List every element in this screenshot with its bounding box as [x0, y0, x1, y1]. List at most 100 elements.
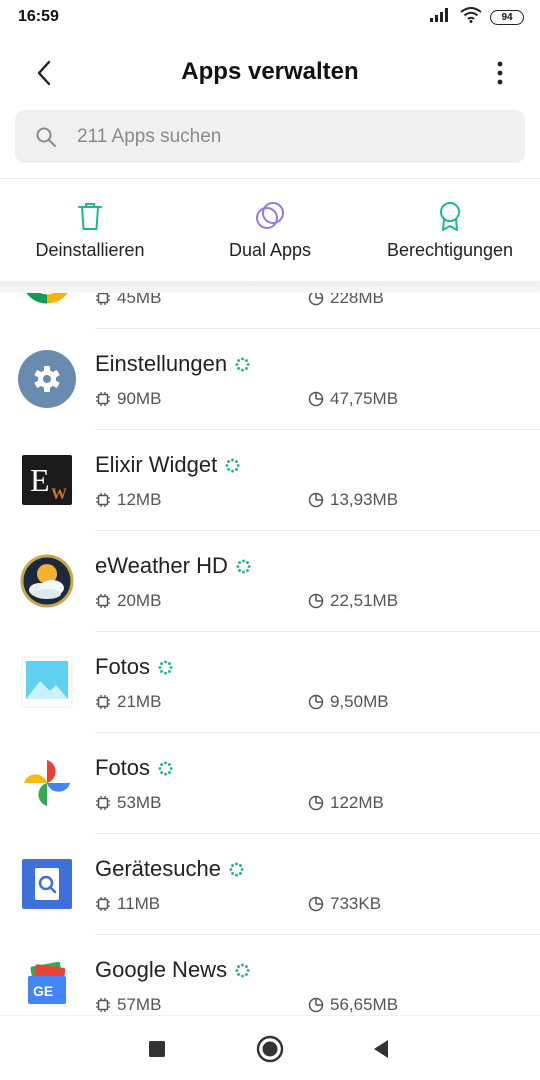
device-finder-icon	[18, 855, 76, 913]
list-item[interactable]: Gerätesuche 11MB 733KB	[0, 834, 540, 935]
total-size: 56,65MB	[308, 995, 398, 1015]
app-size-value: 57MB	[117, 995, 162, 1014]
dual-apps-label: Dual Apps	[228, 240, 312, 260]
home-circle-icon	[256, 1035, 284, 1063]
permissions-label: Berechtigungen	[386, 240, 514, 260]
uninstall-label: Deinstallieren	[35, 240, 145, 260]
app-size: 90MB	[95, 389, 161, 409]
list-item[interactable]: GE Google News 57MB 56,65MB	[0, 935, 540, 1015]
section-shadow	[0, 281, 540, 293]
app-size: 45MB	[95, 293, 161, 308]
app-list[interactable]: 45MB 228MB Einstellungen 90MB 47,75MB E …	[0, 293, 540, 1015]
battery-indicator: 94	[490, 9, 524, 25]
total-size: 122MB	[308, 793, 384, 813]
dual-apps-button[interactable]: Dual Apps	[180, 180, 360, 280]
elixir-widget-icon: E W	[18, 451, 76, 509]
permissions-button[interactable]: Berechtigungen	[360, 180, 540, 280]
app-size-value: 12MB	[117, 490, 162, 509]
chip-icon	[96, 796, 110, 810]
search-bar[interactable]	[15, 110, 525, 163]
pie-icon	[308, 293, 324, 306]
pie-icon	[308, 492, 324, 508]
list-item[interactable]: Einstellungen 90MB 47,75MB	[0, 329, 540, 430]
total-size-value: 9,50MB	[330, 692, 389, 711]
loading-spinner-icon	[236, 558, 251, 574]
app-name: Gerätesuche	[95, 856, 244, 882]
uninstall-button[interactable]: Deinstallieren	[0, 180, 180, 280]
gallery-icon	[18, 653, 76, 711]
list-item[interactable]: 45MB 228MB	[0, 293, 540, 329]
total-size-value: 47,75MB	[330, 389, 399, 408]
total-size: 9,50MB	[308, 692, 389, 712]
ribbon-badge-icon	[440, 202, 460, 231]
page-title: Apps verwalten	[181, 58, 359, 85]
total-size-value: 22,51MB	[330, 591, 399, 610]
svg-text:E: E	[30, 462, 50, 498]
app-size-value: 90MB	[117, 389, 162, 408]
loading-spinner-icon	[229, 861, 244, 877]
home-button[interactable]	[255, 1034, 285, 1064]
chip-icon	[96, 493, 110, 507]
app-size: 21MB	[95, 692, 161, 712]
total-size-value: 56,65MB	[330, 995, 399, 1014]
loading-spinner-icon	[235, 962, 250, 978]
pie-icon	[308, 694, 324, 710]
pie-icon	[308, 593, 324, 609]
total-size: 22,51MB	[308, 591, 398, 611]
total-size: 228MB	[308, 293, 384, 308]
nav-back-button[interactable]	[366, 1034, 396, 1064]
total-size: 733KB	[308, 894, 381, 914]
app-size-value: 21MB	[117, 692, 162, 711]
total-size-value: 122MB	[330, 793, 384, 812]
recents-button[interactable]	[142, 1034, 172, 1064]
app-name: Einstellungen	[95, 351, 250, 377]
total-size: 13,93MB	[308, 490, 398, 510]
app-size: 20MB	[95, 591, 161, 611]
app-size: 53MB	[95, 793, 161, 813]
app-name-label: Google News	[95, 957, 228, 982]
more-options-button[interactable]	[490, 56, 510, 90]
app-name-label: Einstellungen	[95, 351, 228, 376]
app-size-value: 20MB	[117, 591, 162, 610]
list-item[interactable]: E W Elixir Widget 12MB 13,93MB	[0, 430, 540, 531]
status-time: 16:59	[18, 8, 59, 25]
app-size: 57MB	[95, 995, 161, 1015]
app-name: Fotos	[95, 755, 173, 781]
status-bar: 16:59 94	[0, 0, 540, 36]
app-size: 12MB	[95, 490, 161, 510]
list-item[interactable]: Fotos 21MB 9,50MB	[0, 632, 540, 733]
app-name-label: Fotos	[95, 654, 151, 679]
more-vert-icon	[497, 61, 503, 85]
dual-circles-icon	[256, 202, 284, 229]
total-size-value: 13,93MB	[330, 490, 399, 509]
search-input[interactable]	[77, 110, 507, 163]
divider	[0, 178, 540, 179]
svg-text:GE: GE	[33, 983, 53, 999]
chip-icon	[96, 998, 110, 1012]
action-bar: Deinstallieren Dual Apps Berechtigungen	[0, 180, 540, 280]
pie-icon	[308, 391, 324, 407]
list-item[interactable]: eWeather HD 20MB 22,51MB	[0, 531, 540, 632]
settings-gear-icon	[18, 350, 76, 408]
app-size: 11MB	[95, 894, 160, 914]
app-name-label: Elixir Widget	[95, 452, 218, 477]
app-name-label: Gerätesuche	[95, 856, 221, 881]
app-name: Fotos	[95, 654, 173, 680]
chip-icon	[96, 293, 110, 305]
chip-icon	[96, 897, 110, 911]
chip-icon	[96, 392, 110, 406]
total-size-value: 228MB	[330, 293, 384, 307]
total-size-value: 733KB	[330, 894, 382, 913]
pie-icon	[308, 795, 324, 811]
app-name: Google News	[95, 957, 250, 983]
partial-app-icon	[18, 293, 76, 307]
status-icons: 94	[430, 6, 524, 27]
navigation-bar	[0, 1015, 540, 1080]
eweather-icon	[18, 552, 76, 610]
google-news-icon: GE	[18, 956, 76, 1014]
top-bar: Apps verwalten	[0, 44, 540, 102]
list-item[interactable]: Fotos 53MB 122MB	[0, 733, 540, 834]
app-size-value: 11MB	[117, 894, 161, 913]
signal-icon	[430, 7, 452, 27]
loading-spinner-icon	[225, 457, 240, 473]
